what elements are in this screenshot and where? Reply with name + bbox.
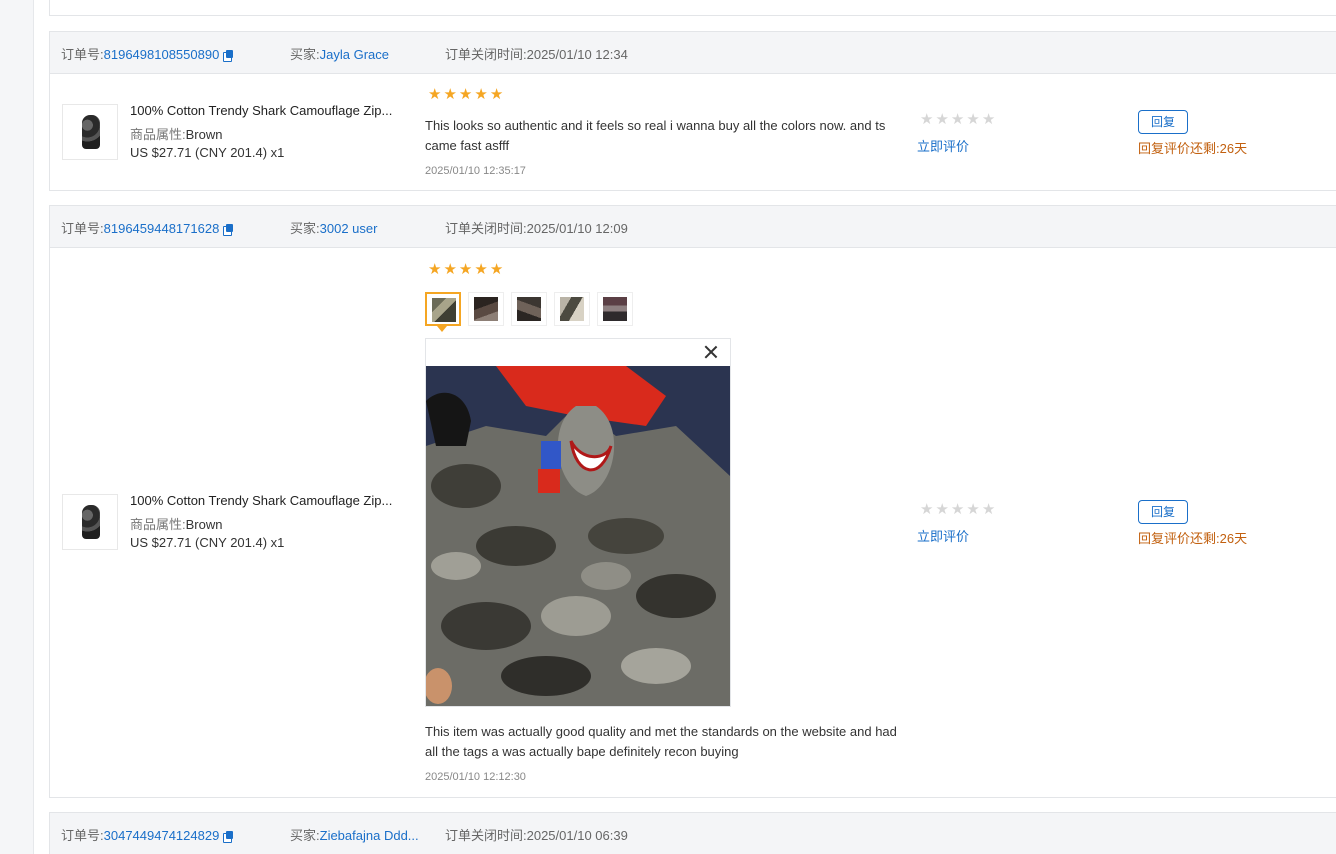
attribute-value: Brown [185, 127, 223, 142]
product-attribute: 商品属性:Brown [130, 514, 222, 533]
order-number-link[interactable]: 8196459448171628 [104, 221, 220, 236]
seller-rating-stars[interactable]: ★★★★★ [920, 111, 997, 128]
review-photo-thumb[interactable] [425, 292, 461, 326]
copy-icon[interactable] [223, 831, 234, 843]
review-photo-thumb[interactable] [554, 292, 590, 326]
product-thumbnail[interactable] [62, 104, 118, 160]
order-card-previous [49, 0, 1336, 16]
review-photo-thumb[interactable] [468, 292, 504, 326]
star-empty-icon[interactable]: ★ [966, 501, 981, 518]
order-number-label: 订单号: [61, 221, 104, 236]
buyer-link[interactable]: Ziebafajna Ddd... [320, 828, 419, 843]
order-card: 订单号:3047449474124829 买家:Ziebafajna Ddd..… [49, 812, 1336, 854]
star-empty-icon[interactable]: ★ [966, 111, 981, 128]
order-number-row: 订单号:3047449474124829 [61, 825, 234, 844]
star-icon: ★ [428, 86, 444, 103]
order-close-time: 订单关闭时间:2025/01/10 12:09 [445, 221, 628, 236]
reply-button[interactable]: 回复 [1138, 110, 1188, 134]
review-time: 2025/01/10 12:35:17 [425, 165, 526, 177]
review-photo-thumb[interactable] [511, 292, 547, 326]
copy-icon[interactable] [223, 224, 234, 236]
product-price: US $27.71 (CNY 201.4) x1 [130, 145, 285, 160]
hoodie-image [78, 115, 104, 149]
camo-hoodie-photo [426, 366, 730, 706]
buyer-link[interactable]: 3002 user [320, 221, 378, 236]
attribute-value: Brown [185, 517, 223, 532]
review-time: 2025/01/10 12:12:30 [425, 771, 526, 783]
rate-now-link[interactable]: 立即评价 [917, 136, 969, 155]
rate-now-link[interactable]: 立即评价 [917, 526, 969, 545]
star-icon: ★ [443, 86, 459, 103]
product-title[interactable]: 100% Cotton Trendy Shark Camouflage Zip.… [130, 103, 392, 118]
order-close-time: 订单关闭时间:2025/01/10 06:39 [445, 828, 628, 843]
reply-button[interactable]: 回复 [1138, 500, 1188, 524]
review-photo-large [426, 366, 730, 706]
product-price: US $27.71 (CNY 201.4) x1 [130, 535, 285, 550]
star-icon: ★ [458, 86, 475, 103]
star-icon: ★ [428, 261, 444, 278]
star-empty-icon[interactable]: ★ [920, 111, 935, 128]
photo-thumb-image [517, 297, 541, 321]
star-empty-icon[interactable]: ★ [951, 111, 966, 128]
photo-preview-popup [425, 338, 731, 707]
order-number-label: 订单号: [61, 828, 104, 843]
star-empty-icon[interactable]: ★ [935, 501, 950, 518]
buyer-link[interactable]: Jayla Grace [320, 47, 389, 62]
camo-photo-thumb-image [432, 298, 456, 322]
star-icon: ★ [489, 86, 506, 103]
photo-thumb-image [603, 297, 627, 321]
order-card: 订单号:8196498108550890 买家:Jayla Grace 订单关闭… [49, 31, 1336, 191]
product-thumbnail[interactable] [62, 494, 118, 550]
buyer-row: 买家:Ziebafajna Ddd... [290, 825, 419, 844]
order-header: 订单号:8196459448171628 买家:3002 user 订单关闭时间… [50, 206, 1336, 248]
selected-photo-caret [437, 326, 447, 332]
seller-rating-stars[interactable]: ★★★★★ [920, 501, 997, 518]
buyer-row: 买家:Jayla Grace [290, 44, 389, 63]
star-empty-icon[interactable]: ★ [920, 501, 935, 518]
order-number-link[interactable]: 3047449474124829 [104, 828, 220, 843]
star-icon: ★ [474, 86, 490, 103]
star-icon: ★ [489, 261, 506, 278]
left-sidebar-rail [0, 0, 34, 854]
order-number-label: 订单号: [61, 47, 104, 62]
buyer-label: 买家: [290, 828, 320, 843]
attribute-label: 商品属性: [130, 127, 186, 142]
close-icon[interactable] [704, 345, 718, 359]
star-empty-icon[interactable]: ★ [982, 501, 997, 518]
star-empty-icon[interactable]: ★ [982, 111, 997, 128]
buyer-row: 买家:3002 user [290, 218, 377, 237]
star-icon: ★ [443, 261, 459, 278]
order-close-time: 订单关闭时间:2025/01/10 12:34 [445, 47, 628, 62]
attribute-label: 商品属性: [130, 517, 186, 532]
product-title[interactable]: 100% Cotton Trendy Shark Camouflage Zip.… [130, 493, 392, 508]
review-text: This looks so authentic and it feels so … [425, 118, 886, 153]
star-empty-icon[interactable]: ★ [935, 111, 950, 128]
star-empty-icon[interactable]: ★ [951, 501, 966, 518]
order-number-link[interactable]: 8196498108550890 [104, 47, 220, 62]
product-attribute: 商品属性:Brown [130, 124, 222, 143]
buyer-rating-stars: ★★★★★ [428, 261, 506, 278]
reply-remaining-days: 回复评价还剩:26天 [1138, 531, 1248, 546]
photo-thumb-image [560, 297, 584, 321]
copy-icon[interactable] [223, 50, 234, 62]
star-icon: ★ [458, 261, 475, 278]
review-text: This item was actually good quality and … [425, 724, 897, 759]
buyer-label: 买家: [290, 47, 320, 62]
order-number-row: 订单号:8196459448171628 [61, 218, 234, 237]
hoodie-image [78, 505, 104, 539]
star-icon: ★ [474, 261, 490, 278]
order-number-row: 订单号:8196498108550890 [61, 44, 234, 63]
order-header: 订单号:8196498108550890 买家:Jayla Grace 订单关闭… [50, 32, 1336, 74]
buyer-rating-stars: ★★★★★ [428, 86, 506, 103]
reply-remaining-days: 回复评价还剩:26天 [1138, 141, 1248, 156]
review-photo-thumb[interactable] [597, 292, 633, 326]
photo-thumb-image [474, 297, 498, 321]
order-header: 订单号:3047449474124829 买家:Ziebafajna Ddd..… [50, 813, 1336, 854]
buyer-label: 买家: [290, 221, 320, 236]
